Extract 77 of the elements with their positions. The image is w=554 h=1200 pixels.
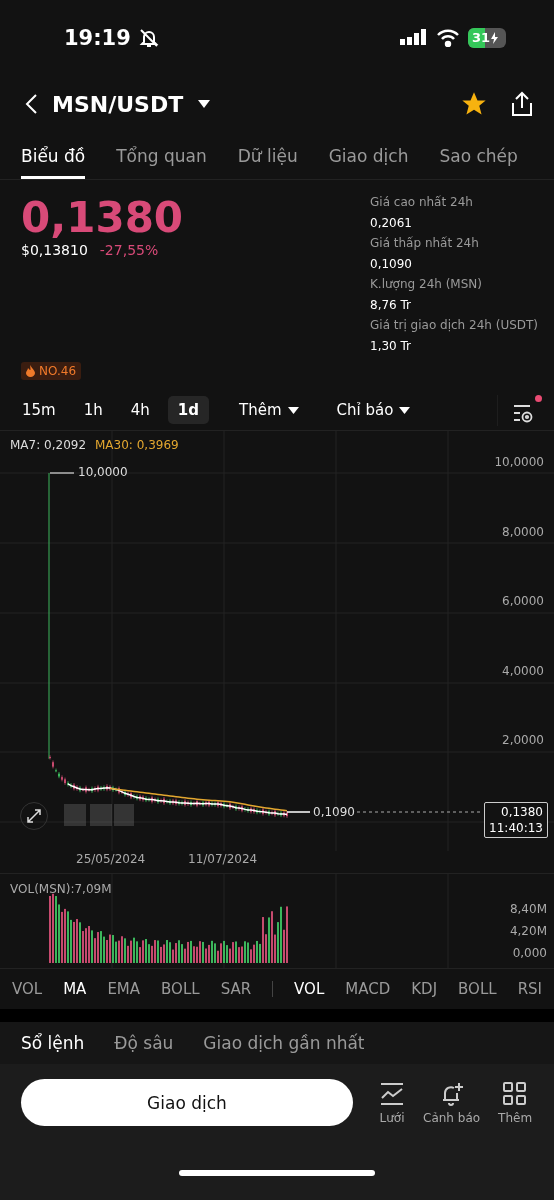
date-axis-label: 11/07/2024 (188, 852, 258, 866)
signal-icon (400, 28, 428, 47)
dropdown-button[interactable]: Thêm (231, 396, 307, 424)
caret-icon (287, 406, 299, 414)
tab[interactable]: Sổ lệnh (21, 1033, 85, 1053)
chart-settings-button[interactable] (497, 394, 542, 426)
indicator-tab[interactable]: MA (63, 980, 87, 998)
bell-off-icon (138, 27, 159, 48)
grid-icon (502, 1080, 529, 1107)
volume-axis-label: 8,40M (509, 902, 547, 916)
indicator-tab[interactable]: RSI (517, 980, 542, 998)
logo-watermark (64, 804, 134, 826)
wifi-icon (436, 28, 460, 47)
last-price: 0,1380 (21, 194, 184, 242)
action-button[interactable]: Thêm (494, 1080, 537, 1125)
tab[interactable]: Dữ liệu (237, 133, 298, 179)
current-price: 0,1380 (501, 804, 543, 820)
price-axis-label: 6,0000 (502, 594, 544, 608)
tab[interactable]: Biểu đồ (21, 133, 86, 179)
high-price-label: 10,0000 (78, 465, 128, 479)
stat-value: 1,30 Tr (370, 337, 413, 355)
indicator-tab[interactable]: EMA (107, 980, 141, 998)
stat-label: Giá thấp nhất 24h (370, 235, 480, 252)
countdown-timer: 11:40:13 (489, 820, 543, 836)
tab[interactable]: Sao chép (439, 133, 518, 179)
dropdown-caret-icon[interactable] (197, 99, 212, 109)
indicator-tab[interactable]: SAR (220, 980, 252, 998)
low-price-label: 0,1090 (313, 805, 355, 819)
indicator-tab[interactable]: MACD (345, 980, 391, 998)
indicator-tab[interactable]: KDJ (411, 980, 438, 998)
action-button[interactable]: Cảnh báo (419, 1080, 485, 1125)
price-change: -27,55% (99, 242, 159, 258)
tab[interactable]: Độ sâu (114, 1033, 174, 1053)
stat-label: K.lượng 24h (MSN) (370, 276, 483, 293)
share-icon[interactable] (510, 91, 534, 117)
stat-label: Giá cao nhất 24h (370, 194, 474, 211)
trade-button[interactable]: Giao dịch (21, 1079, 353, 1126)
dropdown-button[interactable]: Chỉ báo (328, 396, 419, 424)
price-axis-label: 10,0000 (494, 455, 544, 469)
stat-label: Giá trị giao dịch 24h (USDT) (370, 317, 540, 334)
date-axis-label: 25/05/2024 (76, 852, 146, 866)
flame-icon (26, 365, 35, 377)
indicator-tab[interactable]: BOLL (458, 980, 497, 998)
indicator-tab[interactable]: VOL (294, 980, 325, 998)
indicator-tab[interactable]: VOL (12, 980, 43, 998)
tab[interactable]: Giao dịch (328, 133, 409, 179)
clock-time: 19:19 (64, 25, 131, 50)
stat-value: 0,2061 (370, 214, 413, 232)
indicator-tab[interactable]: BOLL (161, 980, 200, 998)
grid-line-icon (379, 1080, 405, 1107)
ma7-label: MA7: 0,2092 (10, 438, 87, 452)
volume-axis-label: 0,000 (512, 946, 547, 960)
settings-icon (512, 402, 534, 423)
stat-value: 8,76 Tr (370, 296, 413, 314)
rank-text: NO.46 (39, 364, 77, 378)
timeframe-button[interactable]: 15m (12, 396, 66, 424)
timeframe-button[interactable]: 1h (73, 396, 113, 424)
price-axis-label: 8,0000 (502, 524, 544, 539)
volume-label: VOL(MSN):7,09M (10, 882, 112, 896)
back-icon[interactable] (24, 93, 38, 115)
tab[interactable]: Tổng quan (116, 133, 207, 179)
ma30-label: MA30: 0,3969 (95, 438, 179, 452)
action-button[interactable]: Lưới (375, 1080, 409, 1125)
stat-value: 0,1090 (370, 255, 413, 273)
price-axis-label: 2,0000 (502, 733, 544, 747)
timeframe-button[interactable]: 1d (167, 396, 209, 424)
price-axis-label: 4,0000 (502, 663, 544, 678)
high-marker-line (49, 472, 75, 474)
timeframe-button[interactable]: 4h (120, 396, 160, 424)
tab[interactable]: Giao dịch gần nhất (203, 1033, 365, 1053)
pair-title[interactable]: MSN/USDT (52, 91, 184, 117)
caret-icon (399, 406, 411, 414)
volume-axis-label: 4,20M (509, 924, 547, 938)
charging-bolt-icon (491, 31, 499, 44)
expand-icon (27, 809, 41, 823)
low-marker-line (286, 811, 311, 813)
usd-price: $0,13810 (21, 242, 88, 258)
